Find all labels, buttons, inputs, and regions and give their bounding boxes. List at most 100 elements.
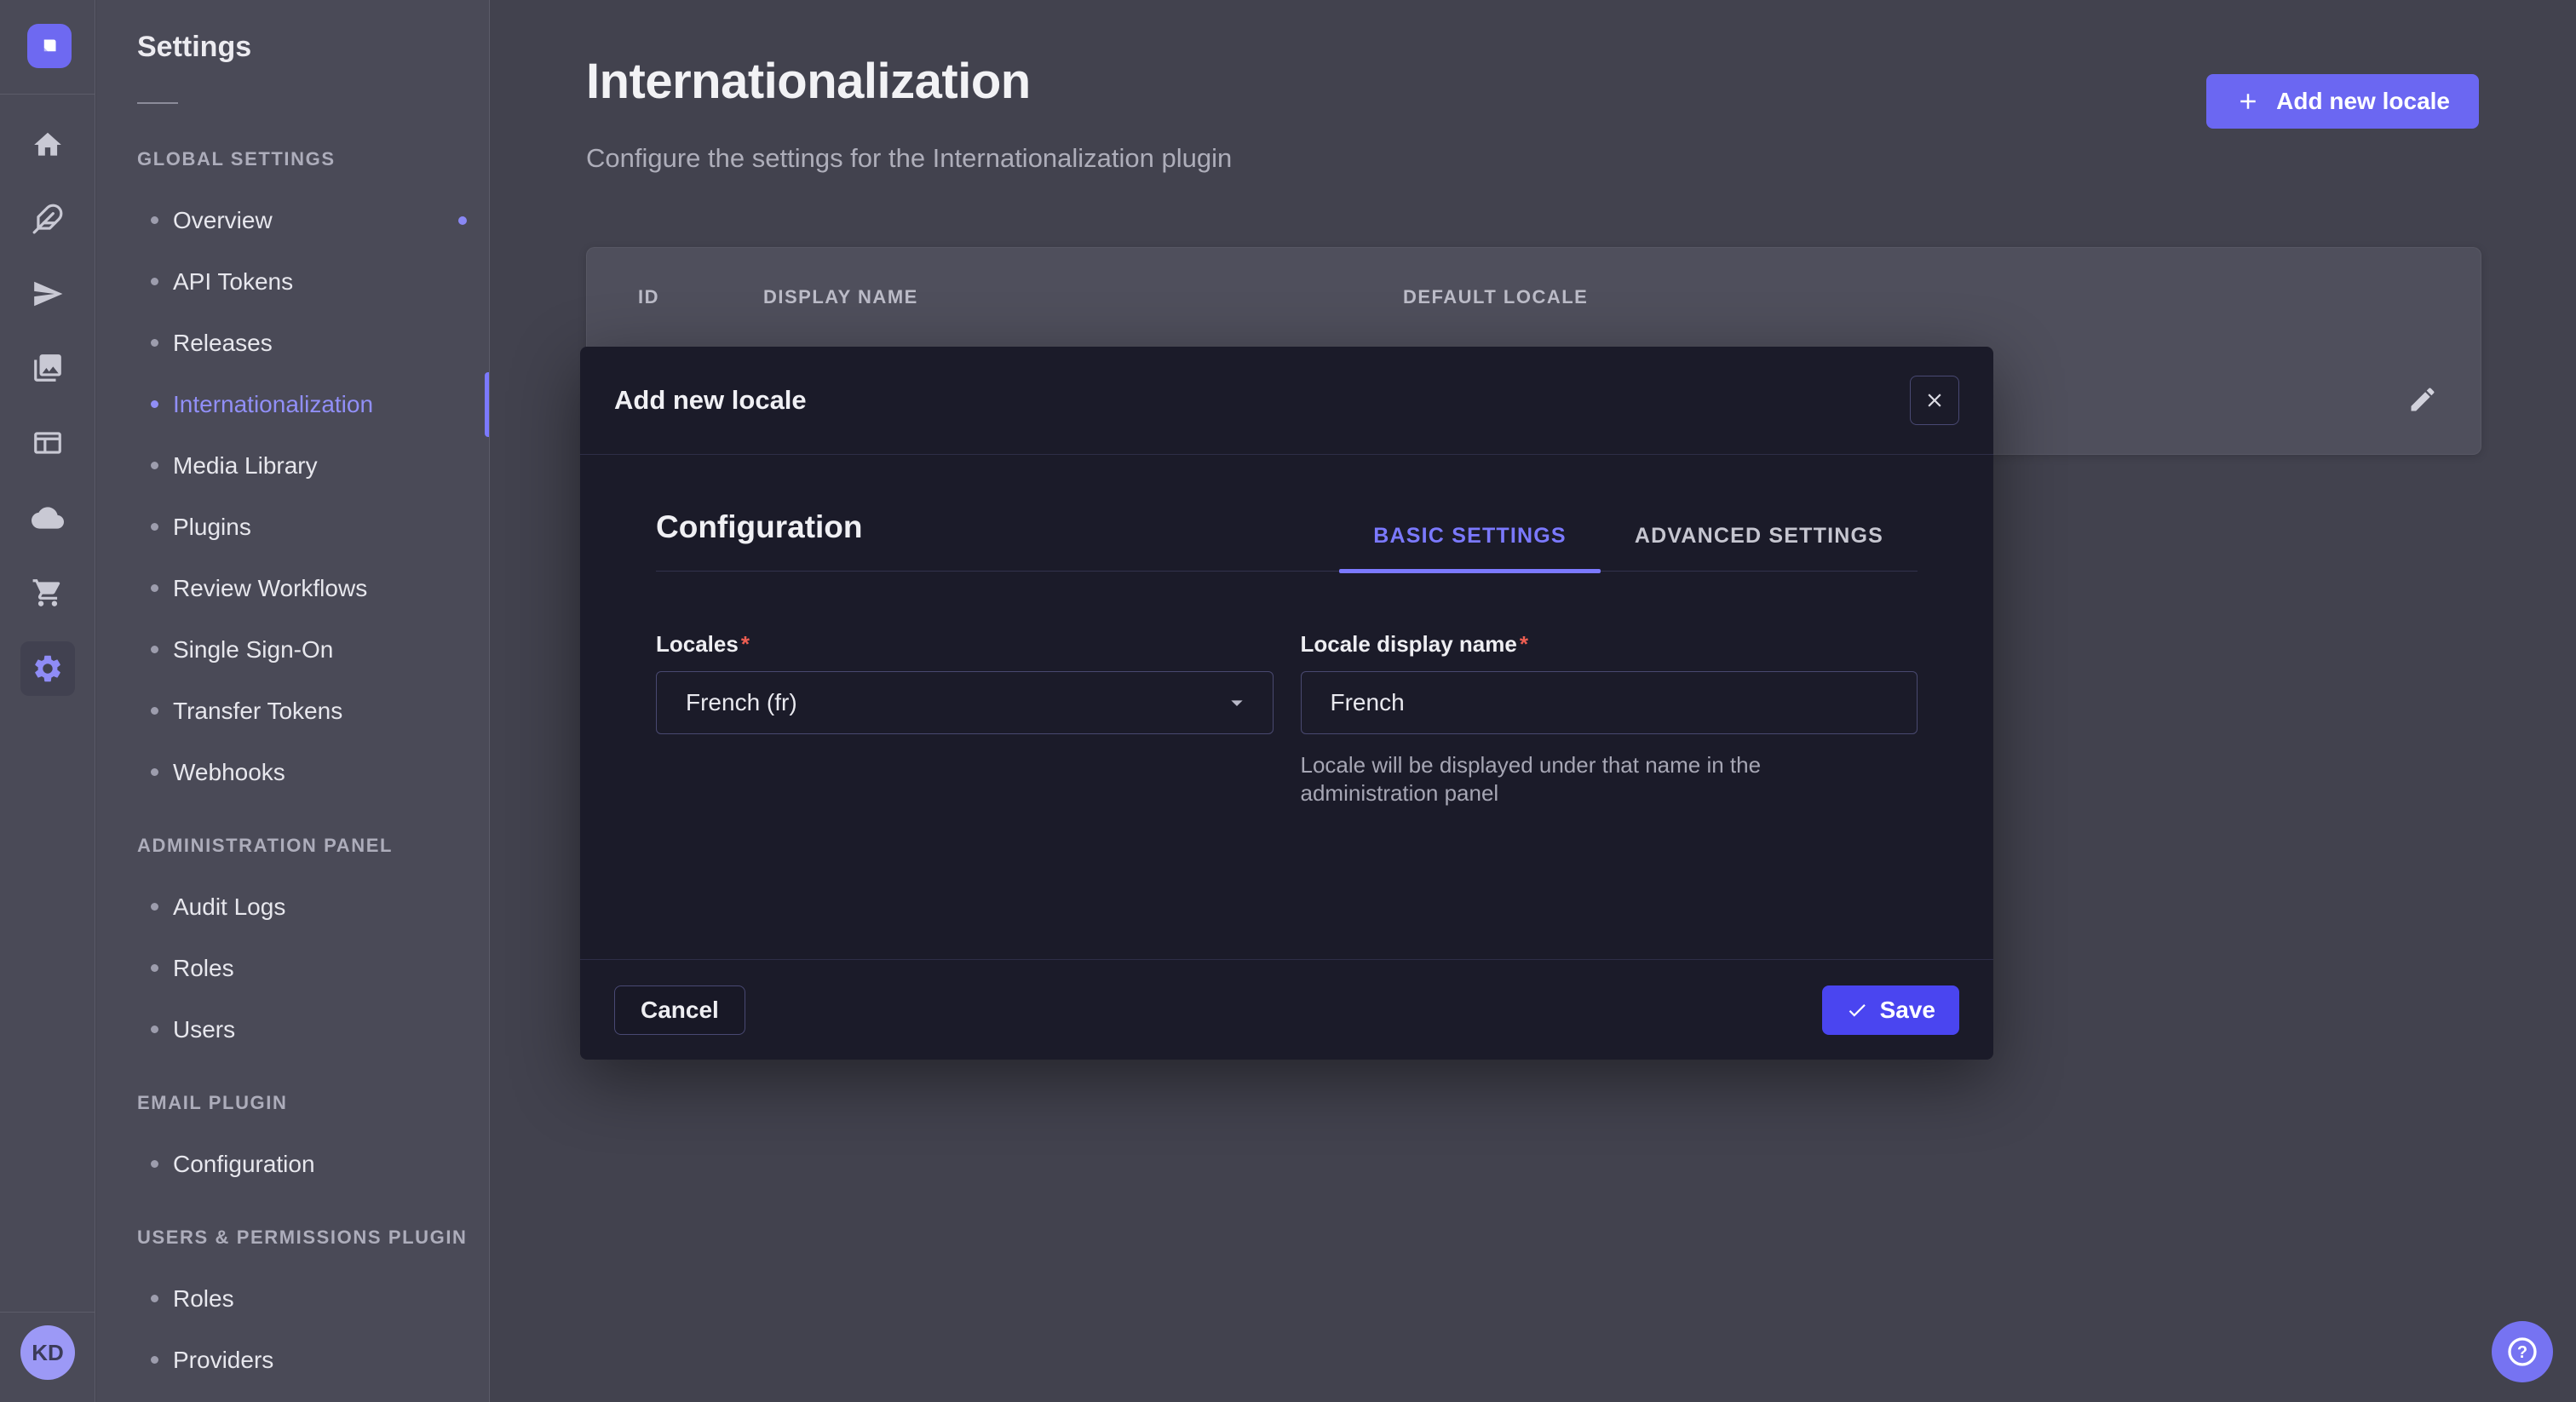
plus-icon <box>2235 89 2261 114</box>
sidebar-item-releases[interactable]: Releases <box>96 313 489 374</box>
sidebar-item-api-tokens[interactable]: API Tokens <box>96 251 489 313</box>
cancel-button[interactable]: Cancel <box>614 985 745 1035</box>
rail-divider <box>0 94 95 95</box>
check-icon <box>1846 999 1868 1021</box>
svg-text:?: ? <box>2517 1343 2527 1362</box>
rail-divider <box>0 1312 95 1313</box>
sidebar-item-internationalization[interactable]: Internationalization <box>96 374 489 435</box>
section-global-settings: GLOBAL SETTINGS <box>96 129 489 190</box>
sidebar-item-users[interactable]: Users <box>96 999 489 1060</box>
cloud-icon <box>32 502 64 534</box>
notification-dot <box>458 216 467 225</box>
gear-icon <box>32 652 64 685</box>
add-new-locale-modal: Add new locale Configuration BASIC SETTI… <box>580 347 1993 1060</box>
configuration-header-row: Configuration BASIC SETTINGS ADVANCED SE… <box>656 455 1918 572</box>
nav-home[interactable] <box>20 118 75 172</box>
save-button[interactable]: Save <box>1822 985 1959 1035</box>
user-avatar[interactable]: KD <box>20 1325 75 1380</box>
help-button[interactable]: ? <box>2492 1321 2553 1382</box>
sidebar-item-admin-roles[interactable]: Roles <box>96 938 489 999</box>
tab-basic-settings[interactable]: BASIC SETTINGS <box>1339 524 1601 571</box>
settings-tabs: BASIC SETTINGS ADVANCED SETTINGS <box>1339 524 1918 571</box>
save-button-label: Save <box>1880 997 1935 1024</box>
column-header-display-name: DISPLAY NAME <box>763 286 918 308</box>
sidebar-item-audit-logs[interactable]: Audit Logs <box>96 876 489 938</box>
icon-rail: KD <box>0 0 95 1402</box>
tab-advanced-settings[interactable]: ADVANCED SETTINGS <box>1601 524 1918 571</box>
column-header-default-locale: DEFAULT LOCALE <box>1403 286 1588 308</box>
avatar-initials: KD <box>32 1340 64 1366</box>
strapi-logo-icon <box>37 33 62 59</box>
sidebar-item-overview[interactable]: Overview <box>96 190 489 251</box>
sidebar-item-label: Media Library <box>173 452 318 480</box>
sidebar-item-webhooks[interactable]: Webhooks <box>96 742 489 803</box>
sidebar-item-providers[interactable]: Providers <box>96 1330 489 1391</box>
bullet-icon <box>151 903 158 911</box>
strapi-logo[interactable] <box>27 24 72 68</box>
locales-select-value: French (fr) <box>686 689 797 716</box>
edit-locale-button[interactable] <box>2402 379 2443 420</box>
sidebar-item-label: Audit Logs <box>173 893 285 921</box>
required-asterisk: * <box>1520 631 1528 657</box>
settings-sidebar: Settings GLOBAL SETTINGS Overview API To… <box>96 0 490 1402</box>
sidebar-item-transfer-tokens[interactable]: Transfer Tokens <box>96 681 489 742</box>
bullet-icon <box>151 1026 158 1033</box>
sidebar-item-plugins[interactable]: Plugins <box>96 497 489 558</box>
page-title: Internationalization <box>586 53 1031 110</box>
bullet-icon <box>151 707 158 715</box>
nav-deploy[interactable] <box>20 267 75 321</box>
section-email-plugin: EMAIL PLUGIN <box>96 1072 489 1134</box>
close-modal-button[interactable] <box>1910 376 1959 425</box>
display-name-helper-text: Locale will be displayed under that name… <box>1301 751 1880 807</box>
nav-marketplace[interactable] <box>20 566 75 620</box>
cart-icon <box>32 577 64 609</box>
bullet-icon <box>151 278 158 285</box>
bullet-icon <box>151 1295 158 1302</box>
sidebar-item-label: Configuration <box>173 1151 315 1178</box>
display-name-input[interactable] <box>1301 671 1918 734</box>
bullet-icon <box>151 964 158 972</box>
display-name-field: Locale display name* Locale will be disp… <box>1301 631 1918 807</box>
bullet-icon <box>151 1356 158 1364</box>
sidebar-item-label: Single Sign-On <box>173 636 333 664</box>
sidebar-item-review-workflows[interactable]: Review Workflows <box>96 558 489 619</box>
bullet-icon <box>151 339 158 347</box>
media-icon <box>32 352 64 384</box>
sidebar-item-up-roles[interactable]: Roles <box>96 1268 489 1330</box>
sidebar-item-label: Roles <box>173 1285 234 1313</box>
nav-settings[interactable] <box>20 641 75 696</box>
add-new-locale-label: Add new locale <box>2276 88 2450 115</box>
question-circle-icon: ? <box>2505 1335 2539 1369</box>
sidebar-title: Settings <box>137 31 251 64</box>
sidebar-item-label: Roles <box>173 955 234 982</box>
locales-label-text: Locales <box>656 631 739 657</box>
sidebar-item-media-library[interactable]: Media Library <box>96 435 489 497</box>
locales-select[interactable]: French (fr) <box>656 671 1274 734</box>
add-new-locale-button[interactable]: Add new locale <box>2206 74 2479 129</box>
nav-content-manager[interactable] <box>20 416 75 470</box>
pencil-icon <box>2407 384 2438 415</box>
page-subtitle: Configure the settings for the Internati… <box>586 143 1232 174</box>
nav-cloud[interactable] <box>20 491 75 545</box>
bullet-icon <box>151 523 158 531</box>
section-users-permissions-plugin: USERS & PERMISSIONS PLUGIN <box>96 1207 489 1268</box>
bullet-icon <box>151 1160 158 1168</box>
nav-content-type-builder[interactable] <box>20 192 75 246</box>
close-icon <box>1923 389 1946 411</box>
chevron-down-icon <box>1223 689 1251 716</box>
display-name-label: Locale display name* <box>1301 631 1918 658</box>
sidebar-item-email-configuration[interactable]: Configuration <box>96 1134 489 1195</box>
sidebar-item-label: Overview <box>173 207 273 234</box>
section-administration-panel: ADMINISTRATION PANEL <box>96 815 489 876</box>
sidebar-item-single-sign-on[interactable]: Single Sign-On <box>96 619 489 681</box>
sidebar-menu: GLOBAL SETTINGS Overview API Tokens Rele… <box>96 129 489 1391</box>
locales-label: Locales* <box>656 631 1274 658</box>
form-fields-row: Locales* French (fr) Locale display name… <box>656 631 1918 807</box>
bullet-icon <box>151 216 158 224</box>
required-asterisk: * <box>741 631 750 657</box>
sidebar-item-label: Internationalization <box>173 391 373 418</box>
nav-media-library[interactable] <box>20 341 75 395</box>
modal-body: Configuration BASIC SETTINGS ADVANCED SE… <box>580 455 1993 959</box>
sidebar-item-label: Users <box>173 1016 235 1043</box>
modal-footer: Cancel Save <box>580 959 1993 1060</box>
